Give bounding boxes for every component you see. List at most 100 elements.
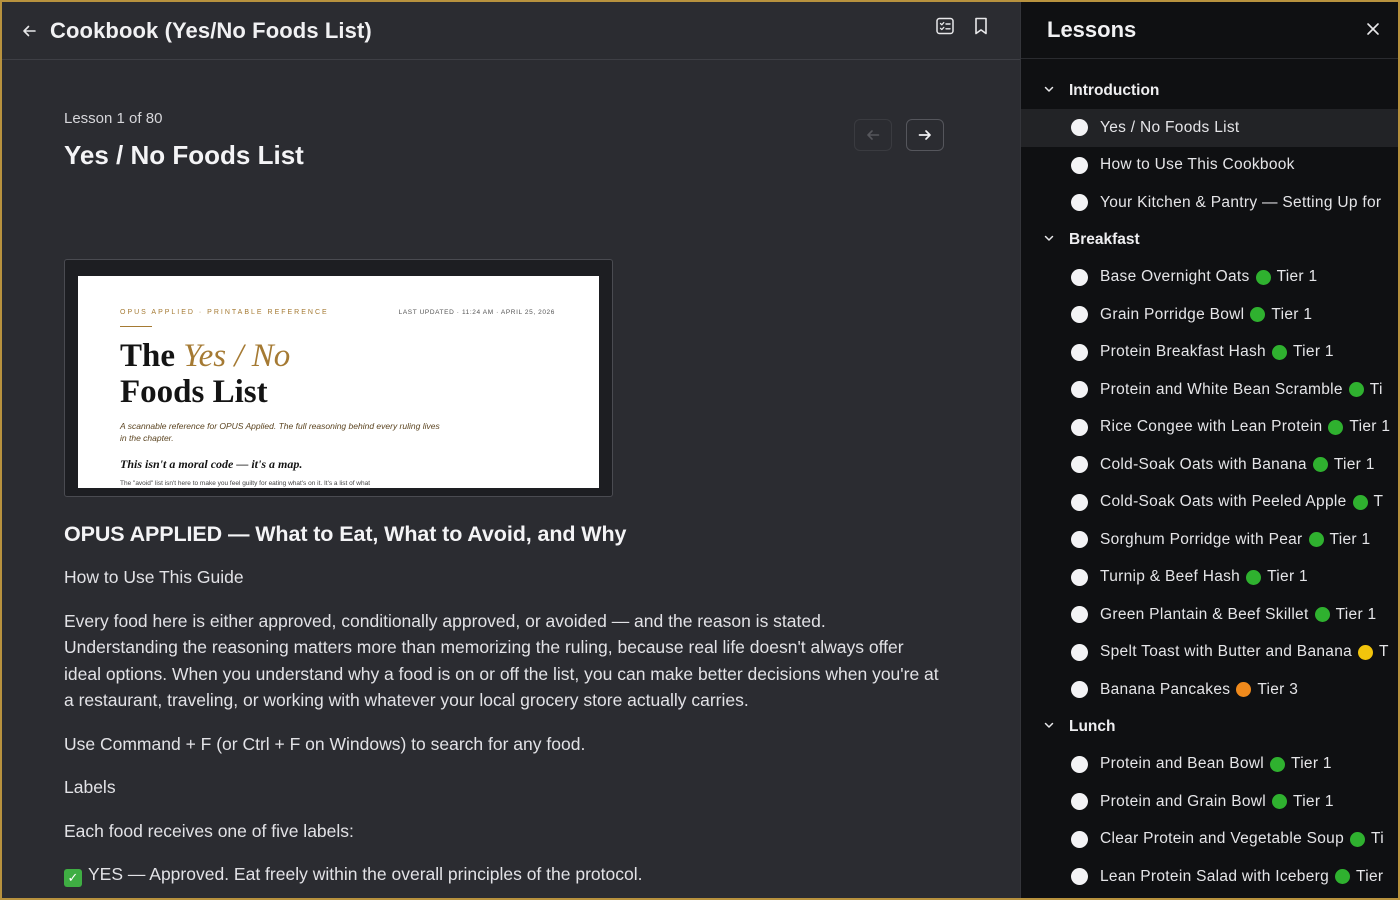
tier-label: Tier 1 — [1329, 530, 1371, 548]
preview-title: The Yes / No Foods List — [120, 338, 290, 410]
lesson-item-label: Protein and White Bean Scramble — [1100, 380, 1343, 398]
back-arrow-icon[interactable] — [18, 20, 40, 42]
completion-circle-icon[interactable] — [1071, 493, 1088, 511]
tier-dot-icon — [1270, 756, 1285, 772]
lesson-item[interactable]: Protein and Bean Bowl Tier 1 — [1021, 746, 1398, 784]
labels-intro: Each food receives one of five labels: — [64, 820, 354, 841]
tier-dot-icon — [1328, 419, 1344, 435]
tier-label: Tier 1 — [1293, 792, 1334, 810]
tier-dot-icon — [1352, 494, 1368, 510]
completion-circle-icon[interactable] — [1071, 830, 1088, 848]
completion-circle-icon[interactable] — [1071, 531, 1088, 549]
tier-dot-icon — [1308, 532, 1324, 548]
tier-label: Tier — [1356, 867, 1384, 885]
tier-label: Tier 1 — [1333, 455, 1375, 473]
preview-tagline: This isn't a moral code — it's a map. — [120, 457, 303, 471]
lesson-item[interactable]: Protein and White Bean Scramble Ti — [1021, 371, 1398, 409]
completion-circle-icon[interactable] — [1071, 568, 1088, 586]
completion-circle-icon[interactable] — [1071, 755, 1088, 773]
completion-circle-icon[interactable] — [1071, 606, 1088, 624]
lesson-item[interactable]: Yes / No Foods List — [1021, 109, 1398, 147]
lesson-item[interactable]: Cold-Soak Oats with Peeled Apple T — [1021, 484, 1398, 522]
completion-circle-icon[interactable] — [1071, 194, 1088, 212]
completion-circle-icon[interactable] — [1071, 119, 1088, 137]
tier-label: T — [1379, 643, 1389, 661]
close-icon[interactable] — [1362, 18, 1384, 40]
checklist-icon[interactable] — [934, 15, 956, 37]
lesson-item-label: Spelt Toast with Butter and Banana — [1100, 643, 1353, 661]
section-lunch[interactable]: Lunch — [1021, 709, 1398, 746]
lesson-item[interactable]: Protein and Grain Bowl Tier 1 — [1021, 783, 1398, 821]
tier-label: Tier 1 — [1291, 755, 1332, 773]
bookmark-icon[interactable] — [970, 15, 992, 37]
section-label: Lunch — [1069, 718, 1116, 735]
preview-title-accent: Yes / No — [183, 338, 291, 374]
yes-label-text: YES — Approved. Eat freely within the ov… — [88, 864, 643, 884]
lesson-item-label: Sorghum Porridge with Pear — [1100, 530, 1303, 548]
previous-lesson-button[interactable] — [854, 119, 892, 151]
lesson-item[interactable]: Your Kitchen & Pantry — Setting Up for — [1021, 184, 1398, 222]
lesson-item[interactable]: Protein Breakfast Hash Tier 1 — [1021, 334, 1398, 372]
lesson-item[interactable]: Cold-Soak Oats with Banana Tier 1 — [1021, 446, 1398, 484]
intro-paragraph: Every food here is either approved, cond… — [64, 610, 939, 711]
article-heading: OPUS APPLIED — What to Eat, What to Avoi… — [64, 522, 627, 546]
completion-circle-icon[interactable] — [1071, 643, 1088, 661]
lesson-item[interactable]: Lean Protein Salad with Iceberg Tier — [1021, 858, 1398, 896]
completion-circle-icon[interactable] — [1071, 868, 1088, 886]
lesson-item[interactable]: Spelt Toast with Butter and Banana T — [1021, 634, 1398, 672]
preview-updated: LAST UPDATED · 11:24 AM · APRIL 25, 2026 — [398, 309, 555, 316]
tier-label: Tier 1 — [1271, 305, 1313, 323]
section-introduction[interactable]: Introduction — [1021, 72, 1398, 109]
lesson-item[interactable]: How to Use This Cookbook — [1021, 147, 1398, 185]
lesson-item-label: Cold-Soak Oats with Peeled Apple — [1100, 493, 1347, 511]
lesson-item-label: Yes / No Foods List — [1100, 118, 1240, 136]
lesson-item-label: Your Kitchen & Pantry — Setting Up for — [1100, 193, 1382, 211]
arrow-left-icon — [867, 130, 880, 140]
tier-dot-icon — [1350, 831, 1365, 847]
document-preview[interactable]: OPUS APPLIED · PRINTABLE REFERENCE LAST … — [64, 259, 613, 497]
lesson-item[interactable]: Sorghum Porridge with Pear Tier 1 — [1021, 521, 1398, 559]
tier-label: Tier 1 — [1276, 268, 1318, 286]
lesson-main: Cookbook (Yes/No Foods List) Lesson 1 of… — [2, 2, 1020, 898]
lesson-item-label: Grain Porridge Bowl — [1100, 305, 1245, 323]
lesson-item[interactable]: Green Plantain & Beef Skillet Tier 1 — [1021, 596, 1398, 634]
preview-eyebrow: OPUS APPLIED · PRINTABLE REFERENCE — [120, 309, 329, 316]
lesson-item-label: Rice Congee with Lean Protein — [1100, 418, 1323, 436]
lesson-item-label: Cold-Soak Oats with Banana — [1100, 455, 1307, 473]
completion-circle-icon[interactable] — [1071, 381, 1088, 399]
preview-rule — [120, 326, 152, 327]
lesson-item-label: Protein and Bean Bowl — [1100, 755, 1264, 773]
preview-page: OPUS APPLIED · PRINTABLE REFERENCE LAST … — [78, 276, 599, 488]
completion-circle-icon[interactable] — [1071, 156, 1088, 174]
guide-label: How to Use This Guide — [64, 567, 244, 587]
completion-circle-icon[interactable] — [1071, 343, 1088, 361]
lesson-item[interactable]: Grain Porridge Bowl Tier 1 — [1021, 296, 1398, 334]
tier-dot-icon — [1271, 344, 1287, 360]
lesson-item[interactable]: Rice Congee with Lean Protein Tier 1 — [1021, 409, 1398, 447]
preview-cut-line: The "avoid" list isn't here to make you … — [120, 480, 371, 487]
tier-label: Ti — [1371, 830, 1384, 848]
section-breakfast[interactable]: Breakfast — [1021, 222, 1398, 259]
completion-circle-icon[interactable] — [1071, 418, 1088, 436]
completion-circle-icon[interactable] — [1071, 306, 1088, 324]
lesson-item-label: Base Overnight Oats — [1100, 268, 1250, 286]
tier-dot-icon — [1255, 269, 1271, 285]
completion-circle-icon[interactable] — [1071, 268, 1088, 286]
lesson-item-label: Lean Protein Salad with Iceberg — [1100, 867, 1330, 885]
lesson-item[interactable]: Clear Protein and Vegetable Soup Ti — [1021, 821, 1398, 859]
tier-dot-icon — [1335, 869, 1351, 885]
search-tip: Use Command + F (or Ctrl + F on Windows)… — [64, 733, 586, 754]
completion-circle-icon[interactable] — [1071, 681, 1088, 699]
lesson-item[interactable]: Turnip & Beef Hash Tier 1 — [1021, 559, 1398, 597]
lesson-item[interactable]: Base Overnight Oats Tier 1 — [1021, 259, 1398, 297]
tier-dot-icon — [1246, 569, 1262, 585]
tier-label: Ti — [1369, 380, 1383, 398]
lesson-item[interactable]: Banana Pancakes Tier 3 — [1021, 671, 1398, 709]
chevron-down-icon — [1043, 718, 1055, 736]
completion-circle-icon[interactable] — [1071, 456, 1088, 474]
completion-circle-icon[interactable] — [1071, 793, 1088, 811]
next-lesson-button[interactable] — [906, 119, 944, 151]
lesson-nav — [854, 119, 944, 151]
tier-label: Tier 3 — [1257, 680, 1299, 698]
tier-dot-icon — [1312, 457, 1328, 473]
